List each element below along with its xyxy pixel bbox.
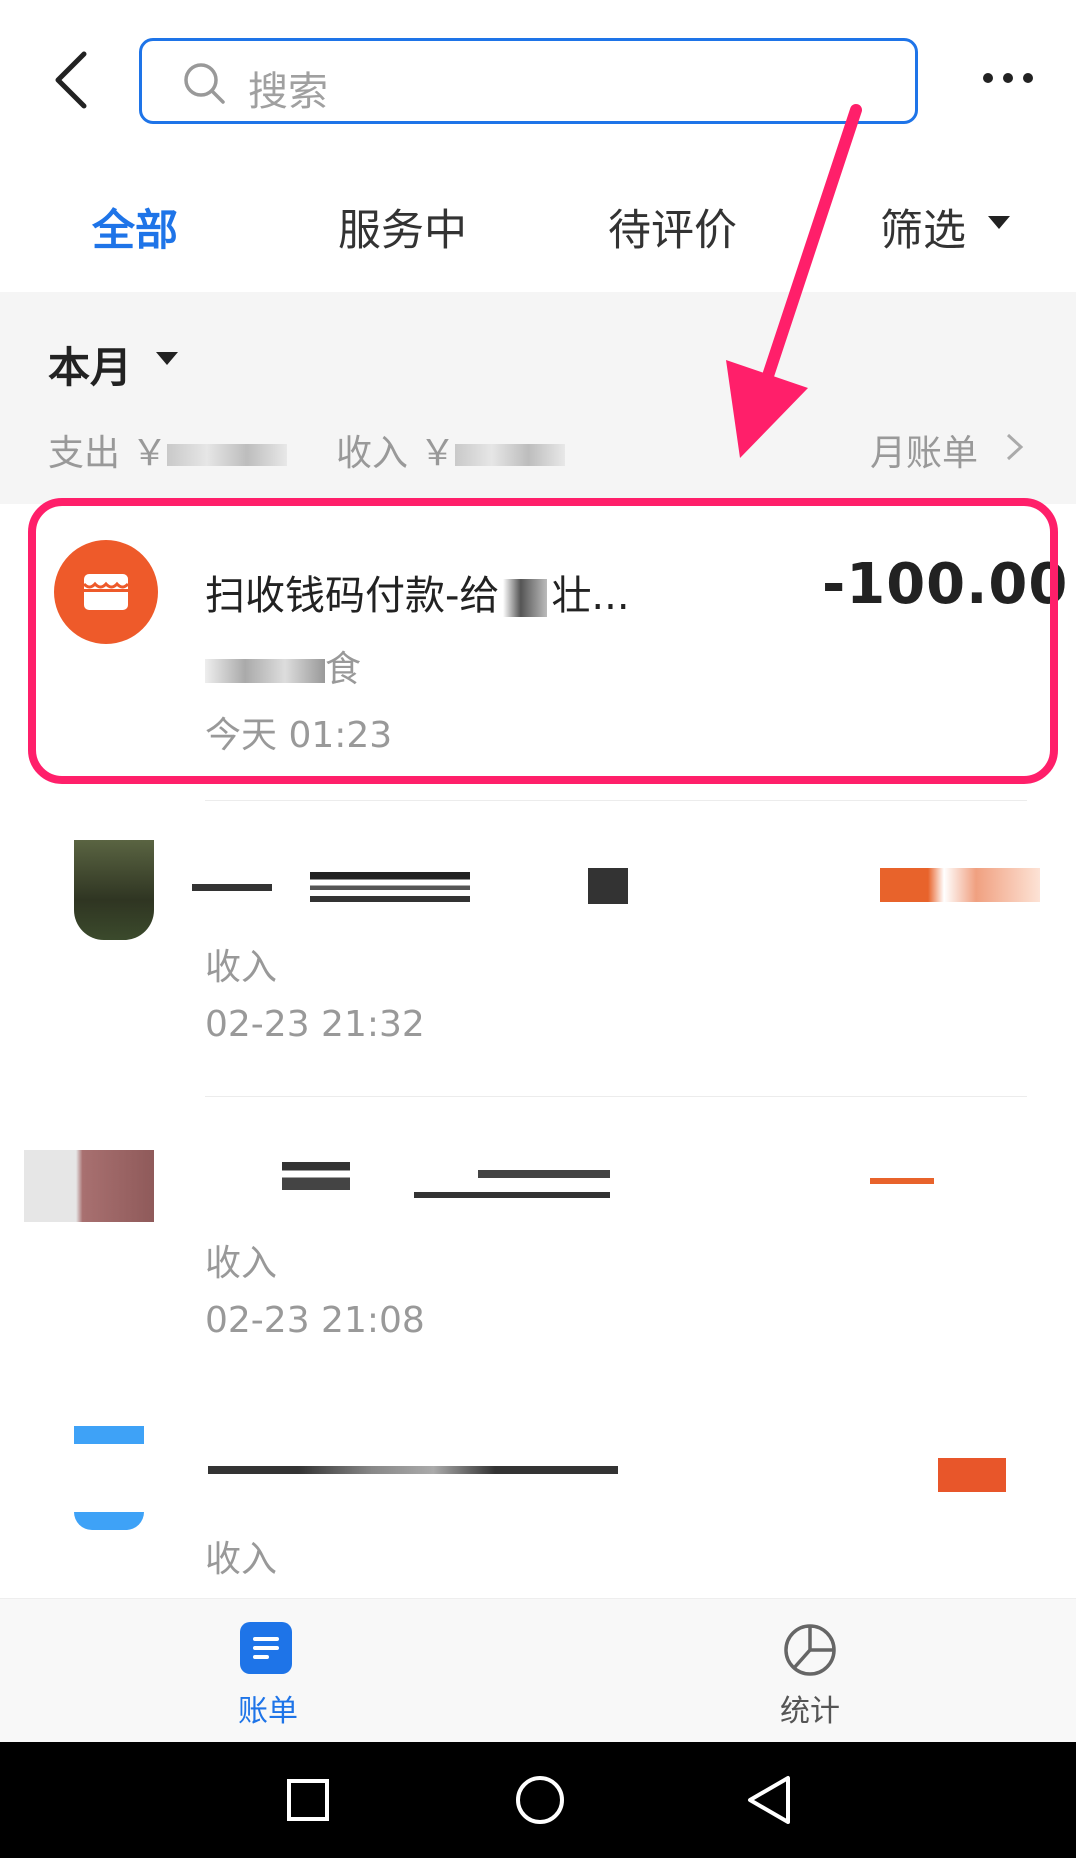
record-amount — [880, 868, 1040, 902]
avatar — [24, 1150, 154, 1222]
record-time: 02-23 21:08 — [205, 1300, 425, 1341]
bottom-nav — [0, 1598, 1076, 1743]
home-icon[interactable] — [514, 1774, 566, 1826]
avatar-part — [74, 1512, 144, 1530]
record-subtitle: 收入 — [205, 1539, 278, 1580]
nav-stats-label[interactable]: 统计 — [780, 1686, 840, 1730]
record-subtitle: 收入 — [205, 1243, 278, 1284]
divider — [205, 1096, 1027, 1097]
record-amount — [938, 1458, 1006, 1492]
record-subtitle: 收入 — [205, 947, 278, 988]
back-triangle-icon[interactable] — [744, 1774, 792, 1826]
divider — [205, 800, 1027, 801]
bill-icon[interactable] — [240, 1622, 292, 1674]
annotation-arrow-icon — [726, 104, 862, 458]
pie-chart-icon[interactable] — [782, 1622, 838, 1678]
recent-apps-icon[interactable] — [286, 1778, 330, 1822]
record-amount — [870, 1178, 934, 1184]
record-time: 02-23 21:32 — [205, 1004, 425, 1045]
avatar — [74, 840, 154, 940]
avatar — [74, 1426, 144, 1444]
record-title[interactable] — [208, 1456, 608, 1496]
nav-bill-label[interactable]: 账单 — [238, 1686, 298, 1730]
